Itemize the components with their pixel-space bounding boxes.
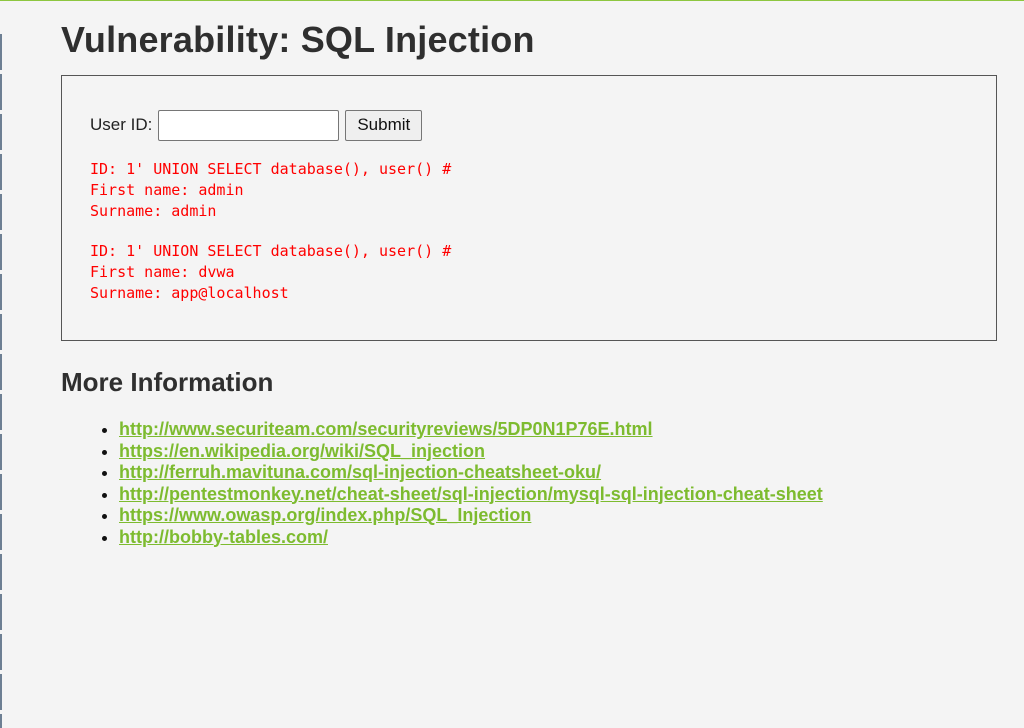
query-result: ID: 1' UNION SELECT database(), user() #… [90,241,968,304]
more-information-title: More Information [61,367,274,397]
page-title: Vulnerability: SQL Injection [61,19,535,60]
dvwa-page: Vulnerability: SQL Injection User ID: Su… [0,0,1024,728]
left-border-rule [0,34,2,728]
link-list-item: http://bobby-tables.com/ [119,527,997,549]
link-list-item: http://www.securiteam.com/securityreview… [119,419,997,441]
result-id-line: ID: 1' UNION SELECT database(), user() # [90,160,452,178]
ferruh-link[interactable]: http://ferruh.mavituna.com/sql-injection… [119,462,601,482]
result-first-name-line: First name: dvwa [90,263,235,281]
link-list-item: http://pentestmonkey.net/cheat-sheet/sql… [119,484,997,506]
wikipedia-link[interactable]: https://en.wikipedia.org/wiki/SQL_inject… [119,441,485,461]
link-list-item: http://ferruh.mavituna.com/sql-injection… [119,462,997,484]
result-surname-line: Surname: admin [90,202,217,220]
pentestmonkey-link[interactable]: http://pentestmonkey.net/cheat-sheet/sql… [119,484,823,504]
sqli-form: User ID: Submit [90,109,968,141]
user-id-input[interactable] [158,109,340,141]
main-content: Vulnerability: SQL Injection User ID: Su… [61,1,997,548]
vulnerable-code-area: User ID: Submit ID: 1' UNION SELECT data… [61,75,997,341]
submit-button[interactable]: Submit [345,109,423,141]
owasp-link[interactable]: https://www.owasp.org/index.php/SQL_Inje… [119,505,531,525]
more-information-links: http://www.securiteam.com/securityreview… [61,419,997,548]
result-first-name-line: First name: admin [90,181,244,199]
link-list-item: https://en.wikipedia.org/wiki/SQL_inject… [119,441,997,463]
bobby-tables-link[interactable]: http://bobby-tables.com/ [119,527,328,547]
securiteam-link[interactable]: http://www.securiteam.com/securityreview… [119,419,653,439]
link-list-item: https://www.owasp.org/index.php/SQL_Inje… [119,505,997,527]
result-surname-line: Surname: app@localhost [90,284,289,302]
query-result: ID: 1' UNION SELECT database(), user() #… [90,159,968,222]
result-id-line: ID: 1' UNION SELECT database(), user() # [90,242,452,260]
user-id-label: User ID: [90,115,153,134]
